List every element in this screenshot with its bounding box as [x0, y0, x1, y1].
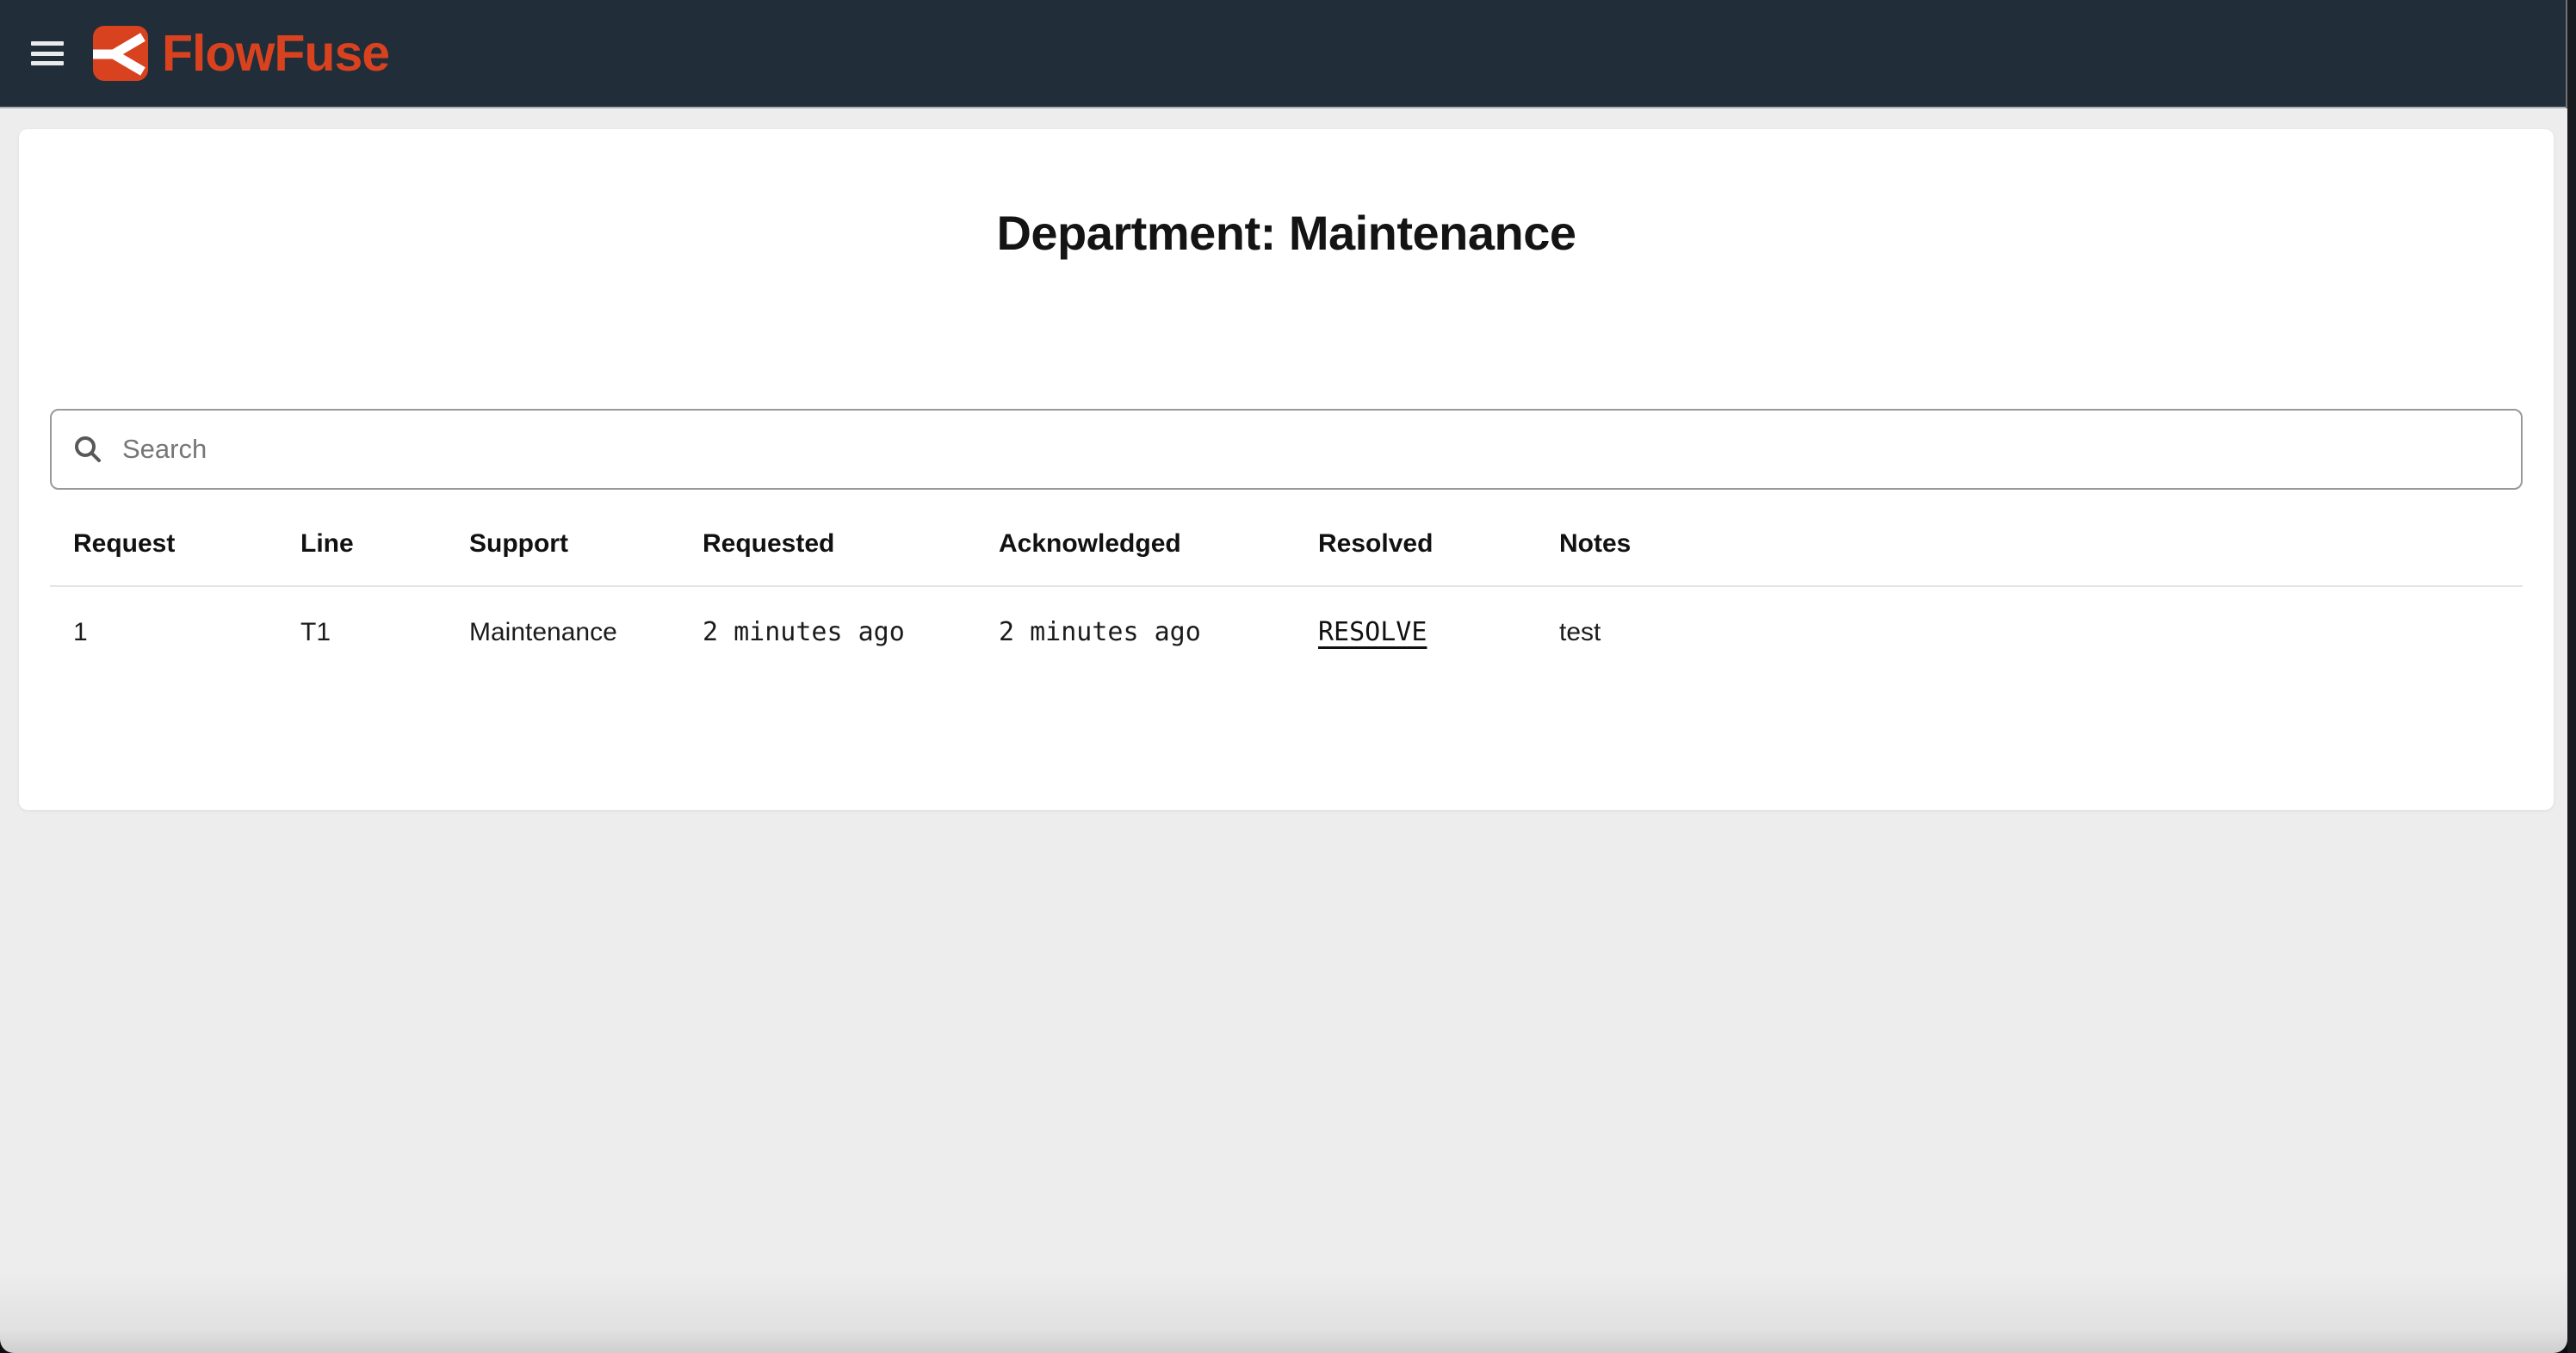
column-header-requested: Requested [679, 502, 975, 586]
browser-window: FlowFuse Department: Maintenance [0, 0, 2567, 1353]
cell-acknowledged: 2 minutes ago [975, 586, 1295, 677]
hamburger-icon [31, 52, 64, 56]
table-header-row: Request Line Support Requested Acknowled… [50, 502, 2523, 586]
flowfuse-logo[interactable]: FlowFuse [93, 24, 389, 83]
cell-support: Maintenance [446, 586, 679, 677]
column-header-notes: Notes [1536, 502, 2523, 586]
menu-button[interactable] [31, 41, 64, 65]
department-card: Department: Maintenance Request Line [19, 129, 2554, 810]
page-background: Department: Maintenance Request Line [0, 108, 2567, 1351]
column-header-resolved: Resolved [1295, 502, 1536, 586]
cell-requested: 2 minutes ago [679, 586, 975, 677]
cell-request: 1 [50, 586, 277, 677]
search-box[interactable] [50, 409, 2523, 490]
hamburger-icon [31, 41, 64, 46]
scrollbar-notch [2566, 0, 2567, 108]
flowfuse-fork-icon [93, 26, 148, 81]
brand-name: FlowFuse [162, 24, 389, 83]
search-icon [72, 434, 103, 465]
cell-notes: test [1536, 586, 2523, 677]
column-header-support: Support [446, 502, 679, 586]
top-navbar: FlowFuse [0, 0, 2567, 108]
column-header-line: Line [277, 502, 446, 586]
table-row: 1 T1 Maintenance 2 minutes ago 2 minutes… [50, 586, 2523, 677]
search-input[interactable] [121, 433, 2500, 466]
column-header-acknowledged: Acknowledged [975, 502, 1295, 586]
requests-table: Request Line Support Requested Acknowled… [50, 502, 2523, 677]
cell-line: T1 [277, 586, 446, 677]
column-header-request: Request [50, 502, 277, 586]
hamburger-icon [31, 61, 64, 65]
scrollbar-track[interactable] [2567, 0, 2576, 1353]
page-title: Department: Maintenance [19, 129, 2554, 261]
resolve-link[interactable]: RESOLVE [1318, 617, 1427, 647]
